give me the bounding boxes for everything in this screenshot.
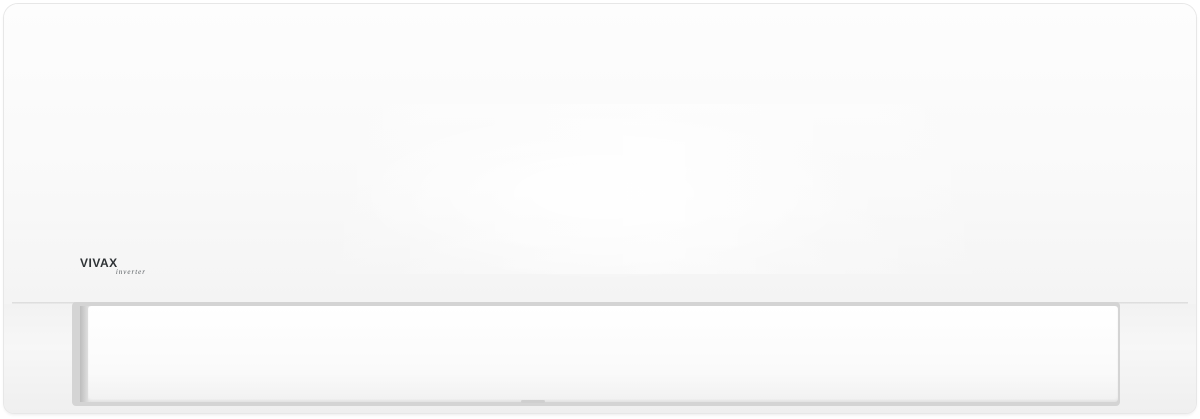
panel-reflection (304, 104, 1004, 274)
front-panel: VIVAX inverter (4, 4, 1196, 304)
status-indicator (521, 400, 545, 403)
air-louver-flap (88, 306, 1118, 402)
brand-logo: VIVAX inverter (80, 256, 145, 280)
brand-subtitle: inverter (115, 268, 146, 276)
